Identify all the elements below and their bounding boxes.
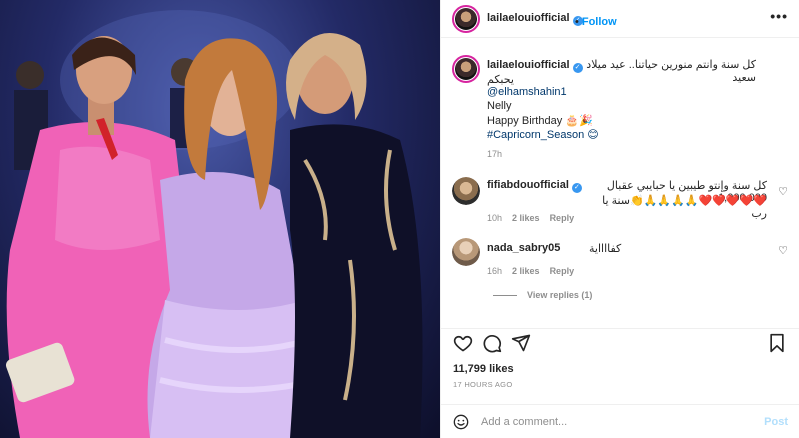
caption-username[interactable]: lailaelouiofficial ✓ [487, 59, 583, 73]
comment-text-line2: ❤️❤️❤️❤️❤️🙏🙏🙏🙏👏سنة يا رب [602, 195, 767, 220]
comment-timestamp[interactable]: 16h [487, 266, 502, 276]
separator-dot: • [575, 16, 579, 28]
comment-input[interactable] [481, 412, 751, 432]
post-actions [441, 328, 799, 358]
likes-count[interactable]: 11,799 likes [453, 363, 514, 375]
share-icon[interactable] [511, 333, 531, 353]
comment-likes-link[interactable]: 2 likes [512, 213, 540, 223]
replies-divider-line [493, 295, 517, 297]
caption-text-line1: كل سنة وانتم منورين حياتنا.. عيد ميلاد س… [586, 59, 756, 84]
more-options-icon[interactable]: ••• [770, 9, 788, 23]
comment-username[interactable]: nada_sabry05 [487, 242, 560, 254]
comment-reply-button[interactable]: Reply [550, 266, 575, 276]
comment-heart-icon[interactable]: ♡ [778, 244, 788, 257]
follow-button[interactable]: Follow [582, 16, 617, 28]
comments-list[interactable]: lailaelouiofficial ✓ كل سنة وانتم منورين … [441, 39, 799, 339]
caption-text-line2: يحبكم [487, 74, 514, 86]
comment-avatar[interactable] [452, 238, 480, 266]
post-comment-button[interactable]: Post [764, 416, 788, 428]
comment-timestamp[interactable]: 10h [487, 213, 502, 223]
caption-mention-link[interactable]: @elhamshahin1 [487, 86, 567, 98]
caption-text-nelly: Nelly [487, 100, 512, 112]
comment-text: كفااااية [589, 243, 622, 255]
smiley-icon[interactable] [453, 414, 469, 430]
comment-avatar[interactable] [452, 177, 480, 205]
caption-timestamp[interactable]: 17h [487, 149, 502, 159]
view-replies-button[interactable]: View replies (1) [493, 290, 592, 300]
bookmark-icon[interactable] [767, 333, 787, 353]
caption-avatar[interactable] [452, 55, 480, 83]
verified-icon: ✓ [572, 63, 583, 73]
comment-meta: 16h 2 likes Reply [487, 266, 584, 276]
post-detail-panel: lailaelouiofficial ✓ • Follow ••• lailaelo… [440, 0, 799, 438]
comment-likes-link[interactable]: 2 likes [512, 266, 540, 276]
comment-reply-button[interactable]: Reply [550, 213, 575, 223]
author-username[interactable]: lailaelouiofficial ✓ [487, 12, 583, 26]
post-header: lailaelouiofficial ✓ • Follow ••• [441, 0, 799, 38]
caption-hashtag-link[interactable]: #Capricorn_Season 😊 [487, 128, 599, 141]
photo-illustration [5, 10, 423, 438]
add-comment-bar: Post [441, 404, 799, 438]
post-photo[interactable] [0, 0, 440, 438]
comment-heart-icon[interactable]: ♡ [778, 185, 788, 198]
heart-icon[interactable] [453, 333, 473, 353]
verified-icon: ✓ [571, 183, 582, 193]
comment-icon[interactable] [482, 333, 502, 353]
follow-wrap: • Follow [572, 12, 617, 30]
post-date[interactable]: 17 HOURS AGO [453, 380, 512, 389]
author-avatar[interactable] [452, 5, 480, 33]
caption-text-birthday: Happy Birthday 🎂🎉 [487, 115, 593, 127]
comment-username[interactable]: fifiabdouofficial ✓ [487, 179, 582, 193]
comment-meta: 10h 2 likes Reply [487, 213, 584, 223]
